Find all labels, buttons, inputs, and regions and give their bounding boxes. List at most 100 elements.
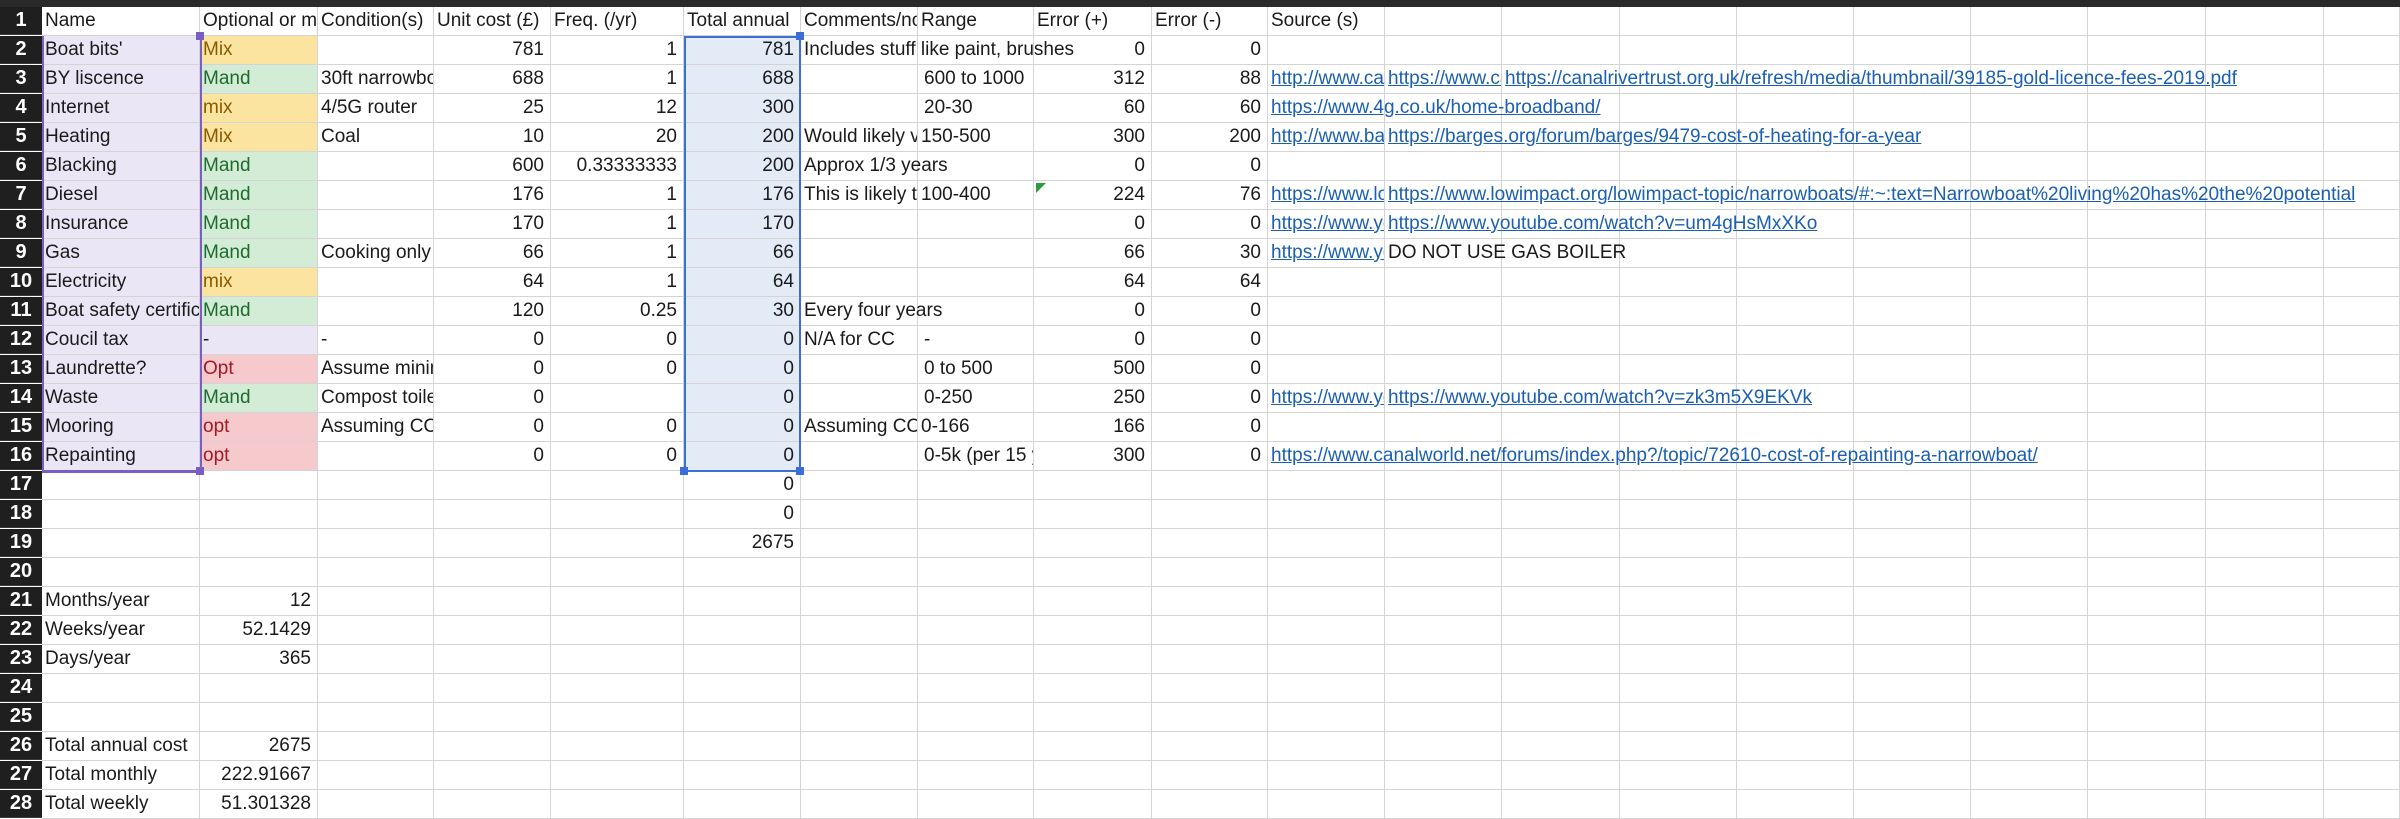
cell[interactable]: 781 bbox=[434, 36, 551, 65]
cell[interactable]: https://www.youtube.com bbox=[1268, 239, 1385, 268]
cell[interactable] bbox=[434, 471, 551, 500]
cell[interactable]: Boat safety certificate bbox=[42, 297, 200, 326]
cell[interactable]: Days/year bbox=[42, 645, 200, 674]
cell[interactable] bbox=[684, 790, 801, 819]
cell[interactable] bbox=[1737, 297, 1854, 326]
cell[interactable] bbox=[1737, 471, 1854, 500]
cell[interactable]: This is likely to vary bbox=[801, 181, 918, 210]
cell[interactable] bbox=[318, 587, 434, 616]
cell[interactable]: Mand bbox=[200, 65, 318, 94]
cell[interactable]: 0 bbox=[434, 384, 551, 413]
cell[interactable] bbox=[1502, 326, 1620, 355]
cell[interactable] bbox=[318, 36, 434, 65]
row-header[interactable]: 14 bbox=[0, 384, 42, 412]
cell[interactable]: 120 bbox=[434, 297, 551, 326]
cell[interactable] bbox=[1034, 732, 1152, 761]
cell[interactable] bbox=[434, 703, 551, 732]
cell[interactable] bbox=[1737, 645, 1854, 674]
cell[interactable]: 66 bbox=[434, 239, 551, 268]
hyperlink[interactable]: https://www.youtube.com bbox=[1271, 387, 1384, 408]
cell[interactable]: https://www.youtube.com/watch?v=zk3m5X9E… bbox=[1385, 384, 1812, 413]
cell[interactable] bbox=[1152, 790, 1268, 819]
cell[interactable] bbox=[1854, 703, 1971, 732]
cell[interactable]: https://www.lowimpact.org bbox=[1268, 181, 1385, 210]
cell[interactable] bbox=[1268, 152, 1385, 181]
cell[interactable] bbox=[1268, 355, 1385, 384]
cell[interactable] bbox=[918, 761, 1034, 790]
cell[interactable]: Mix bbox=[200, 123, 318, 152]
cell[interactable] bbox=[1268, 703, 1385, 732]
cell[interactable]: 30 bbox=[1152, 239, 1268, 268]
cell[interactable]: 150-500 bbox=[918, 123, 1034, 152]
cell[interactable]: 64 bbox=[1152, 268, 1268, 297]
cell[interactable]: 51.301328 bbox=[200, 790, 318, 819]
cell[interactable] bbox=[551, 558, 684, 587]
cell[interactable] bbox=[1385, 674, 1502, 703]
cell[interactable] bbox=[684, 558, 801, 587]
cell[interactable] bbox=[1268, 413, 1385, 442]
cell[interactable] bbox=[2324, 413, 2400, 442]
cell[interactable] bbox=[1620, 36, 1737, 65]
cell[interactable] bbox=[1854, 413, 1971, 442]
cell[interactable] bbox=[801, 442, 918, 471]
cell[interactable] bbox=[200, 558, 318, 587]
cell[interactable] bbox=[434, 645, 551, 674]
cell[interactable] bbox=[684, 732, 801, 761]
row-header[interactable]: 1 bbox=[0, 7, 42, 35]
cell[interactable] bbox=[918, 732, 1034, 761]
row-header[interactable]: 15 bbox=[0, 413, 42, 441]
cell[interactable] bbox=[434, 674, 551, 703]
cell[interactable] bbox=[1854, 36, 1971, 65]
cell[interactable] bbox=[1034, 703, 1152, 732]
cell[interactable] bbox=[1034, 500, 1152, 529]
fill-handle[interactable] bbox=[796, 467, 804, 475]
cell[interactable] bbox=[801, 790, 918, 819]
cell[interactable] bbox=[2206, 326, 2324, 355]
cell[interactable]: https://www.canalrivertrust.org.uk bbox=[1385, 65, 1502, 94]
cell[interactable] bbox=[551, 761, 684, 790]
cell[interactable]: Compost toilet bbox=[318, 384, 434, 413]
cell[interactable]: Source (s) bbox=[1268, 7, 1385, 36]
cell[interactable] bbox=[1034, 587, 1152, 616]
cell[interactable] bbox=[1971, 500, 2088, 529]
cell[interactable] bbox=[1737, 239, 1854, 268]
cell[interactable] bbox=[1971, 297, 2088, 326]
cell[interactable] bbox=[1971, 790, 2088, 819]
row-header[interactable]: 28 bbox=[0, 790, 42, 818]
cell[interactable]: Mand bbox=[200, 239, 318, 268]
cell[interactable]: Mand bbox=[200, 384, 318, 413]
cell[interactable]: 222.91667 bbox=[200, 761, 318, 790]
cell[interactable]: 0.33333333 bbox=[551, 152, 684, 181]
cell[interactable] bbox=[1268, 36, 1385, 65]
cell[interactable]: - bbox=[918, 326, 1034, 355]
cell[interactable] bbox=[2206, 761, 2324, 790]
cell[interactable]: Electricity bbox=[42, 268, 200, 297]
cell[interactable] bbox=[551, 587, 684, 616]
cell[interactable] bbox=[2088, 413, 2206, 442]
cell[interactable] bbox=[2206, 239, 2324, 268]
cell[interactable]: 76 bbox=[1152, 181, 1268, 210]
cell[interactable]: 1 bbox=[551, 268, 684, 297]
cell[interactable] bbox=[1854, 471, 1971, 500]
cell[interactable] bbox=[318, 558, 434, 587]
cell[interactable] bbox=[318, 181, 434, 210]
cell[interactable] bbox=[1502, 645, 1620, 674]
cell[interactable] bbox=[1034, 761, 1152, 790]
cell[interactable] bbox=[1971, 123, 2088, 152]
cell[interactable] bbox=[2088, 123, 2206, 152]
row-header[interactable]: 7 bbox=[0, 181, 42, 209]
cell[interactable] bbox=[918, 239, 1034, 268]
cell[interactable]: 60 bbox=[1152, 94, 1268, 123]
cell[interactable] bbox=[1854, 500, 1971, 529]
cell[interactable]: 0 bbox=[1152, 210, 1268, 239]
cell[interactable]: 20-30 bbox=[918, 94, 1034, 123]
cell[interactable]: 365 bbox=[200, 645, 318, 674]
cell[interactable]: Assume minimal bbox=[318, 355, 434, 384]
cell[interactable] bbox=[318, 674, 434, 703]
cell[interactable] bbox=[801, 732, 918, 761]
cell[interactable] bbox=[2206, 210, 2324, 239]
cell[interactable]: Insurance bbox=[42, 210, 200, 239]
cell[interactable]: 0 bbox=[1152, 326, 1268, 355]
cell[interactable] bbox=[1854, 210, 1971, 239]
cell[interactable] bbox=[1737, 94, 1854, 123]
